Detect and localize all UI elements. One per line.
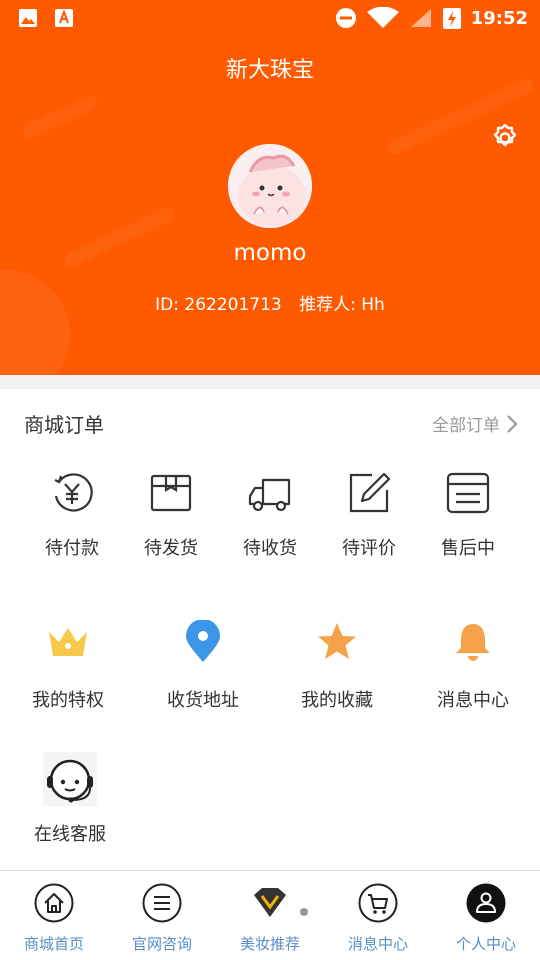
- order-pending-payment[interactable]: 待付款: [27, 470, 117, 560]
- avatar-image: [228, 144, 312, 228]
- image-notification-icon: [19, 9, 37, 27]
- all-orders-label: 全部订单: [432, 416, 500, 436]
- section-divider: [0, 375, 540, 389]
- tab-messages[interactable]: 消息中心: [324, 883, 432, 954]
- feature-label: 我的特权: [32, 690, 104, 711]
- after-sales-icon: [446, 472, 490, 514]
- signal-icon: [410, 9, 431, 27]
- user-icon: [466, 883, 506, 923]
- orders-header: 商城订单 全部订单: [0, 395, 540, 451]
- yen-refresh-icon: [54, 473, 93, 512]
- order-pending-shipment[interactable]: 待发货: [126, 470, 216, 560]
- feature-label: 我的收藏: [301, 690, 373, 711]
- tab-label: 官网咨询: [131, 935, 192, 953]
- menu-lines-icon: [142, 883, 182, 923]
- customer-service-icon: [43, 752, 97, 806]
- decor-streak: [20, 93, 100, 141]
- status-bar: 19:52: [0, 0, 540, 36]
- page-indicator-dot: [300, 908, 308, 916]
- feature-row: 我的特权 收货地址 我的收藏 消息中心: [0, 619, 540, 720]
- referrer: 推荐人: Hh: [299, 295, 385, 315]
- order-pending-receipt[interactable]: 待收货: [225, 470, 315, 560]
- my-favorites-button[interactable]: 我的收藏: [272, 620, 402, 712]
- order-label: 待收货: [243, 538, 297, 559]
- chevron-right-icon: [507, 414, 518, 433]
- order-status-row: 待付款 待发货 待收货 待评价 售后中: [0, 470, 540, 560]
- tab-beauty[interactable]: 美妆推荐: [216, 883, 324, 954]
- edit-review-icon: [349, 472, 391, 513]
- decor-circle: [0, 270, 70, 375]
- order-label: 售后中: [441, 538, 495, 559]
- bell-icon: [456, 624, 490, 661]
- shipping-address-button[interactable]: 收货地址: [138, 619, 268, 712]
- all-orders-link[interactable]: 全部订单: [432, 411, 520, 436]
- order-label: 待发货: [144, 538, 198, 559]
- diamond-icon: [254, 888, 286, 917]
- tab-consult[interactable]: 官网咨询: [108, 883, 216, 954]
- tab-label: 商城首页: [23, 935, 84, 953]
- tab-home[interactable]: 商城首页: [0, 883, 108, 954]
- order-pending-review[interactable]: 待评价: [324, 470, 414, 560]
- wifi-icon: [366, 7, 399, 28]
- tab-profile[interactable]: 个人中心: [432, 883, 540, 954]
- my-privileges-button[interactable]: 我的特权: [3, 620, 133, 712]
- service-label: 在线客服: [34, 824, 106, 845]
- tab-label: 消息中心: [347, 935, 408, 953]
- online-service-button[interactable]: 在线客服: [20, 752, 120, 846]
- message-center-button[interactable]: 消息中心: [408, 620, 538, 712]
- battery-charging-icon: [442, 8, 461, 29]
- crown-icon: [49, 628, 87, 656]
- delivery-truck-icon: [248, 478, 291, 512]
- user-id: ID: 262201713: [155, 295, 282, 315]
- do-not-disturb-icon: [335, 8, 356, 28]
- feature-label: 收货地址: [167, 690, 239, 711]
- order-label: 待付款: [45, 538, 99, 559]
- page-title: 新大珠宝: [225, 58, 314, 83]
- location-pin-icon: [186, 619, 220, 662]
- settings-button[interactable]: [489, 122, 521, 154]
- avatar[interactable]: [228, 144, 312, 228]
- username: momo: [233, 240, 307, 266]
- tab-label: 个人中心: [455, 935, 516, 953]
- gear-icon: [493, 123, 517, 147]
- star-icon: [318, 623, 356, 659]
- tab-label: 美妆推荐: [239, 935, 300, 953]
- home-icon: [34, 883, 74, 923]
- package-box-icon: [150, 474, 192, 512]
- feature-label: 消息中心: [437, 690, 509, 711]
- user-info-line: ID: 262201713 推荐人: Hh: [0, 290, 540, 315]
- app-notification-icon: [55, 9, 73, 27]
- order-label: 待评价: [342, 538, 396, 559]
- status-time: 19:52: [470, 7, 528, 29]
- bottom-tab-bar: 商城首页 官网咨询 美妆推荐 消息中心 个人中心: [0, 870, 540, 960]
- cart-icon: [358, 883, 398, 923]
- order-after-sales[interactable]: 售后中: [423, 470, 513, 560]
- orders-title: 商城订单: [24, 413, 104, 437]
